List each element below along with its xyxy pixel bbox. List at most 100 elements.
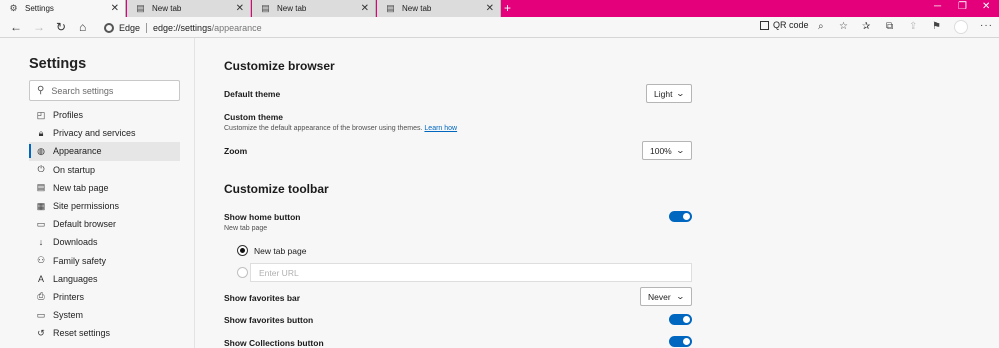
url-path: /appearance (211, 22, 262, 33)
avatar[interactable] (954, 20, 968, 34)
sidebar-item-appearance[interactable]: ◍ Appearance (29, 142, 180, 161)
page-title: Settings (29, 56, 87, 72)
restore-icon[interactable]: ❐ (958, 1, 967, 12)
settings-main: Customize browser Default theme Light ⌄ … (196, 38, 999, 348)
close-icon[interactable]: ✕ (361, 3, 369, 14)
chevron-down-icon: ⌄ (675, 146, 686, 155)
sidebar-item-on-startup[interactable]: ⏻ On startup (29, 161, 180, 179)
window-close-icon[interactable]: ✕ (982, 1, 990, 12)
chevron-down-icon: ⌄ (675, 292, 686, 301)
zoom-icon[interactable]: ⌕ (818, 20, 824, 34)
download-icon: ↓ (38, 237, 44, 248)
favorites-bar-label: Show favorites bar (224, 293, 301, 303)
show-home-toggle[interactable] (669, 211, 692, 222)
sidebar-item-default-browser[interactable]: ▭ Default browser (29, 215, 180, 233)
system-icon: ▭ (36, 309, 46, 320)
sidebar-item-reset-settings[interactable]: ↺ Reset settings (29, 324, 180, 342)
tab-new-3[interactable]: ▤ New tab ✕ (377, 0, 501, 17)
collections-icon[interactable]: ⧉ (886, 20, 893, 34)
radio-custom-url[interactable] (237, 267, 248, 278)
tab-label: New tab (277, 4, 307, 13)
url-field[interactable]: Edge edge://settings/appearance (104, 20, 262, 35)
favorites-button-label: Show favorites button (224, 315, 314, 325)
collections-button-toggle[interactable] (669, 336, 692, 347)
palette-icon: ◍ (37, 145, 45, 156)
sidebar-item-profiles[interactable]: ◰ Profiles (29, 106, 180, 124)
customize-toolbar-heading: Customize toolbar (224, 182, 329, 196)
default-theme-dropdown[interactable]: Light ⌄ (646, 84, 692, 103)
sidebar-item-family-safety[interactable]: ⚇ Family safety (29, 252, 180, 270)
tab-label: New tab (152, 4, 182, 13)
reset-icon: ↺ (37, 327, 45, 338)
sidebar-item-system[interactable]: ▭ System (29, 306, 180, 324)
minimize-icon[interactable]: ─ (934, 1, 941, 12)
chevron-down-icon: ⌄ (675, 89, 686, 98)
default-theme-value: Light (654, 88, 673, 99)
profile-icon: ◰ (36, 109, 46, 120)
qr-code-icon (760, 20, 769, 30)
favorites-button-toggle[interactable] (669, 314, 692, 325)
site-permissions-icon: ▦ (36, 200, 46, 211)
zoom-label: Zoom (224, 146, 248, 156)
collections-button-label: Show Collections button (224, 338, 324, 348)
browser-icon: ▭ (36, 218, 46, 229)
sidebar-item-site-permissions[interactable]: ▦ Site permissions (29, 197, 180, 215)
language-icon: A (37, 273, 44, 284)
title-bar: ⚙ Settings ✕ ▤ New tab ✕ ▤ New tab ✕ ▤ N… (0, 0, 999, 17)
close-icon[interactable]: ✕ (486, 3, 494, 14)
tab-settings[interactable]: ⚙ Settings ✕ (0, 0, 126, 17)
feedback-icon[interactable]: ⚑ (932, 20, 941, 34)
close-icon[interactable]: ✕ (236, 3, 244, 14)
sidebar-item-new-tab-page[interactable]: ▤ New tab page (29, 179, 180, 197)
sidebar-item-privacy[interactable]: 🔒︎ Privacy and services (29, 124, 180, 142)
default-theme-label: Default theme (224, 89, 281, 99)
favorites-bar-dropdown[interactable]: Never ⌄ (640, 287, 692, 306)
custom-theme-label: Custom theme (224, 112, 284, 122)
search-input[interactable] (51, 85, 162, 96)
power-icon: ⏻ (37, 164, 45, 175)
lock-icon: 🔒︎ (38, 127, 44, 138)
newtab-icon: ▤ (36, 182, 46, 193)
custom-theme-description: Customize the default appearance of the … (224, 125, 458, 132)
page-icon: ▤ (386, 3, 395, 13)
search-icon: ⚲ (37, 85, 45, 96)
search-box[interactable]: ⚲ (29, 80, 180, 101)
radio-new-tab-page-label: New tab page (254, 246, 307, 256)
tab-label: Settings (25, 4, 54, 13)
page-icon: ▤ (261, 3, 270, 13)
refresh-button[interactable]: ↻ (56, 20, 66, 34)
edge-logo-icon (104, 22, 114, 33)
show-home-sub: New tab page (224, 225, 268, 232)
more-icon[interactable]: ··· (980, 20, 993, 31)
sidebar-nav: ◰ Profiles 🔒︎ Privacy and services ◍ Appear… (29, 106, 180, 342)
tab-label: New tab (402, 4, 432, 13)
url-field-box[interactable] (250, 263, 692, 282)
customize-browser-heading: Customize browser (224, 59, 335, 73)
favorites-bar-value: Never (648, 291, 671, 302)
show-home-label: Show home button (224, 212, 301, 222)
url-host: edge://settings (153, 22, 212, 33)
sidebar-item-downloads[interactable]: ↓ Downloads (29, 233, 180, 251)
learn-how-link[interactable]: Learn how (424, 125, 457, 132)
share-icon[interactable]: ⇪ (909, 20, 917, 34)
forward-button[interactable]: → (33, 20, 45, 34)
sidebar-item-languages[interactable]: A Languages (29, 270, 180, 288)
settings-sidebar: Settings ⚲ ◰Profiles 🔒︎Privacy and servi… (0, 38, 195, 348)
back-button[interactable]: ← (10, 20, 22, 34)
printer-icon: ⎙ (37, 291, 45, 302)
address-bar: ← → ↻ ⌂ Edge edge://settings/appearance … (0, 17, 999, 38)
tab-new-1[interactable]: ▤ New tab ✕ (127, 0, 251, 17)
site-label: Edge (119, 22, 141, 33)
radio-new-tab-page[interactable] (237, 245, 248, 256)
favorites-icon[interactable]: ✰ (862, 20, 870, 34)
zoom-value: 100% (650, 145, 672, 156)
close-icon[interactable]: ✕ (111, 3, 119, 14)
qr-code-button[interactable]: QR code (760, 20, 809, 30)
new-tab-button[interactable]: + (504, 1, 511, 15)
home-button[interactable]: ⌂ (79, 20, 86, 34)
tab-new-2[interactable]: ▤ New tab ✕ (252, 0, 376, 17)
home-url-input[interactable] (259, 267, 659, 278)
zoom-dropdown[interactable]: 100% ⌄ (642, 141, 692, 160)
favorite-star-icon[interactable]: ☆ (839, 20, 848, 34)
sidebar-item-printers[interactable]: ⎙ Printers (29, 288, 180, 306)
